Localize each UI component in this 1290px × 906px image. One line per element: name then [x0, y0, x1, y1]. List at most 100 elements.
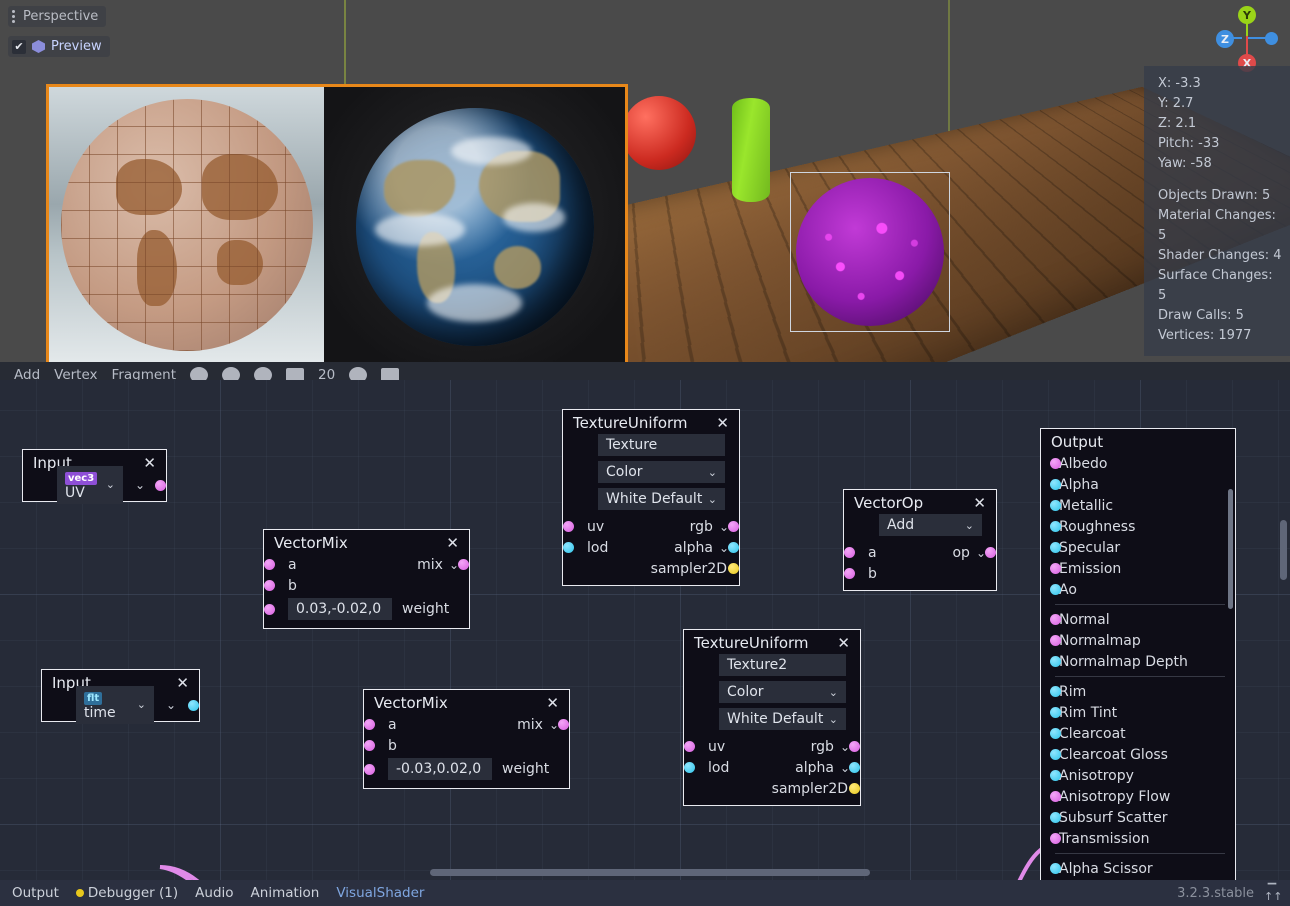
visual-shader-graph[interactable]: Input ✕ vec3UV ⌄ ⌄ Input ✕	[0, 380, 1290, 880]
bottom-tab-visualshader[interactable]: VisualShader	[336, 885, 424, 901]
weight-input[interactable]: 0.03,-0.02,0	[288, 598, 392, 620]
output-caret-icon[interactable]: ⌄	[135, 478, 145, 492]
node-header[interactable]: TextureUniform ✕	[684, 630, 860, 654]
output-port-row[interactable]: Clearcoat Gloss	[1041, 744, 1235, 765]
output-port-alpha[interactable]	[849, 762, 860, 773]
perspective-button[interactable]: Perspective	[8, 6, 106, 27]
close-icon[interactable]: ✕	[444, 536, 461, 551]
chevron-down-icon[interactable]: ⌄	[137, 698, 146, 711]
output-port-row[interactable]: Metallic	[1041, 495, 1235, 516]
output-port-row[interactable]: Normal	[1041, 609, 1235, 630]
output-port-row[interactable]: Alpha Scissor	[1041, 858, 1235, 879]
input-port-rim[interactable]	[1050, 686, 1061, 697]
input-port-clearcoat-gloss[interactable]	[1050, 749, 1061, 760]
output-port-row[interactable]: Clearcoat	[1041, 723, 1235, 744]
input-port-weight[interactable]	[264, 604, 275, 615]
input-port-metallic[interactable]	[1050, 500, 1061, 511]
chevron-down-icon[interactable]: ⌄	[106, 478, 115, 491]
input-port-anisotropy-flow[interactable]	[1050, 791, 1061, 802]
expand-panel-icon[interactable]: ▔↑↑	[1264, 886, 1280, 900]
output-port-uv[interactable]	[155, 480, 166, 491]
output-port-mix[interactable]	[558, 719, 569, 730]
output-port-row[interactable]: Subsurf Scatter	[1041, 807, 1235, 828]
output-port-row[interactable]: Ao	[1041, 579, 1235, 600]
output-port-op[interactable]	[985, 547, 996, 558]
chevron-down-icon[interactable]: ⌄	[708, 493, 717, 506]
bottom-status-bar[interactable]: Output Debugger (1) Audio Animation Visu…	[0, 880, 1290, 906]
output-port-row[interactable]: Anisotropy Flow	[1041, 786, 1235, 807]
input-port-lod[interactable]	[684, 762, 695, 773]
input-port-normalmap[interactable]	[1050, 635, 1061, 646]
input-port-transmission[interactable]	[1050, 833, 1061, 844]
texture-type-select[interactable]: Color ⌄	[598, 461, 725, 483]
input-port-rim-tint[interactable]	[1050, 707, 1061, 718]
node-vectormix-1[interactable]: VectorMix ✕ a mix ⌄ b 0.03,-0.02,0	[263, 529, 470, 629]
output-caret-icon[interactable]: ⌄	[166, 698, 176, 712]
output-port-time[interactable]	[188, 700, 199, 711]
input-port-clearcoat[interactable]	[1050, 728, 1061, 739]
close-icon[interactable]: ✕	[835, 636, 852, 651]
node-vectorop[interactable]: VectorOp ✕ Add ⌄ a op ⌄	[843, 489, 997, 591]
chevron-down-icon[interactable]: ⌄	[829, 686, 838, 699]
bottom-tab-output[interactable]: Output	[12, 885, 59, 901]
bottom-tab-animation[interactable]: Animation	[251, 885, 320, 901]
output-port-row[interactable]: Specular	[1041, 537, 1235, 558]
output-port-alpha[interactable]	[728, 542, 739, 553]
node-output[interactable]: Output AlbedoAlphaMetallicRoughnessSpecu…	[1040, 428, 1236, 880]
output-port-row[interactable]: Rim Tint	[1041, 702, 1235, 723]
bottom-tab-debugger[interactable]: Debugger (1)	[76, 885, 178, 901]
output-port-row[interactable]: Rim	[1041, 681, 1235, 702]
input-port-a[interactable]	[264, 559, 275, 570]
output-port-rgb[interactable]	[728, 521, 739, 532]
output-port-row[interactable]: Normalmap Depth	[1041, 651, 1235, 672]
output-node-scrollbar[interactable]	[1228, 489, 1233, 609]
input-port-specular[interactable]	[1050, 542, 1061, 553]
chevron-down-icon[interactable]: ⌄	[708, 466, 717, 479]
output-port-sampler2d[interactable]	[728, 563, 739, 574]
texture-name-input[interactable]: Texture	[598, 434, 725, 456]
input-port-b[interactable]	[264, 580, 275, 591]
input-port-emission[interactable]	[1050, 563, 1061, 574]
axis-y-handle[interactable]: Y	[1238, 6, 1256, 24]
chevron-down-icon[interactable]: ⌄	[829, 713, 838, 726]
axis-negz-handle[interactable]	[1265, 32, 1278, 45]
viewport-red-sphere[interactable]	[622, 96, 696, 170]
input-port-uv[interactable]	[684, 741, 695, 752]
input-port-uv[interactable]	[563, 521, 574, 532]
output-port-row[interactable]: Normalmap	[1041, 630, 1235, 651]
3d-viewport[interactable]: Perspective ✔ Preview Y Z X X: -3.3 Y: 2…	[0, 0, 1290, 362]
output-port-row[interactable]: Anisotropy	[1041, 765, 1235, 786]
input-type-select[interactable]: flttime ⌄	[76, 686, 154, 724]
axis-gizmo[interactable]: Y Z X	[1216, 6, 1278, 68]
input-port-b[interactable]	[364, 740, 375, 751]
output-port-row[interactable]: Alpha	[1041, 474, 1235, 495]
bottom-tab-audio[interactable]: Audio	[195, 885, 233, 901]
viewport-green-cylinder[interactable]	[732, 98, 770, 202]
node-header[interactable]: TextureUniform ✕	[563, 410, 739, 434]
input-port-albedo[interactable]	[1050, 458, 1061, 469]
close-icon[interactable]: ✕	[141, 456, 158, 471]
input-port-a[interactable]	[844, 547, 855, 558]
chevron-down-icon[interactable]: ⌄	[965, 519, 974, 532]
node-header[interactable]: Output	[1041, 429, 1235, 453]
checkbox-checked-icon[interactable]: ✔	[12, 40, 26, 54]
input-port-a[interactable]	[364, 719, 375, 730]
output-port-mix[interactable]	[458, 559, 469, 570]
node-input-uv[interactable]: Input ✕ vec3UV ⌄ ⌄	[22, 449, 167, 502]
node-header[interactable]: VectorOp ✕	[844, 490, 996, 514]
input-port-subsurf-scatter[interactable]	[1050, 812, 1061, 823]
texture-default-select[interactable]: White Default ⌄	[719, 708, 846, 730]
node-header[interactable]: VectorMix ✕	[264, 530, 469, 554]
node-input-time[interactable]: Input ✕ flttime ⌄ ⌄	[41, 669, 200, 722]
input-port-alpha-scissor[interactable]	[1050, 863, 1061, 874]
close-icon[interactable]: ✕	[174, 676, 191, 691]
input-port-ao[interactable]	[1050, 584, 1061, 595]
output-port-row[interactable]: Roughness	[1041, 516, 1235, 537]
node-header[interactable]: VectorMix ✕	[364, 690, 569, 714]
node-vectormix-2[interactable]: VectorMix ✕ a mix ⌄ b -0.03,0.02,0	[363, 689, 570, 789]
output-port-row[interactable]: Transmission	[1041, 828, 1235, 849]
graph-vertical-scrollbar[interactable]	[1280, 520, 1287, 580]
axis-z-handle[interactable]: Z	[1216, 30, 1234, 48]
close-icon[interactable]: ✕	[714, 416, 731, 431]
input-port-normal[interactable]	[1050, 614, 1061, 625]
